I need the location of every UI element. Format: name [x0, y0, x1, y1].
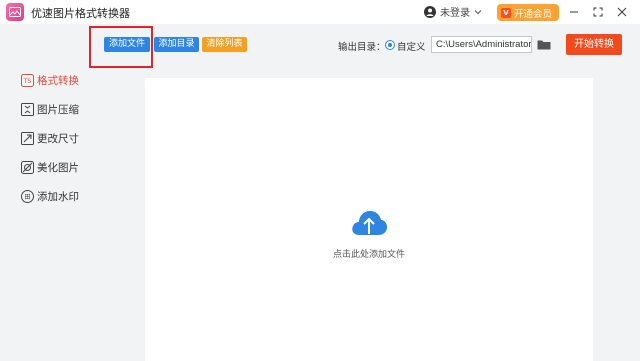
vip-icon: V	[501, 7, 511, 18]
clear-list-button[interactable]: 清除列表	[202, 37, 247, 52]
sidebar-item-label: 更改尺寸	[37, 132, 79, 145]
sidebar-item-label: 添加水印	[37, 190, 79, 203]
vip-label: 开通会员	[514, 8, 553, 20]
login-status: 未登录	[440, 8, 470, 19]
sidebar-item-compress[interactable]: 图片压缩	[20, 101, 79, 117]
user-menu[interactable]: 未登录	[424, 4, 482, 19]
svg-text:TS: TS	[22, 78, 31, 85]
custom-output-label: 自定义	[397, 42, 426, 53]
start-convert-button[interactable]: 开始转换	[566, 34, 622, 55]
app-logo-icon	[6, 3, 24, 21]
highlight-annotation	[89, 26, 153, 68]
format-convert-icon: TS	[20, 73, 34, 87]
chevron-down-icon	[474, 9, 482, 14]
minimize-button[interactable]	[566, 4, 582, 20]
add-directory-button[interactable]: 添加目录	[154, 37, 199, 52]
maximize-button[interactable]	[590, 4, 606, 20]
title-bar: 优速图片格式转换器 未登录 V 开通会员	[0, 0, 640, 24]
sidebar: TS 格式转换 图片压缩 更改尺寸 美化图片 田 添加水印	[0, 24, 97, 361]
sidebar-item-label: 图片压缩	[37, 103, 79, 116]
compress-icon	[20, 102, 34, 116]
drop-hint-text: 点击此处添加文件	[332, 250, 405, 260]
sidebar-item-watermark[interactable]: 田 添加水印	[20, 188, 79, 204]
vip-button[interactable]: V 开通会员	[497, 4, 559, 21]
maximize-icon	[593, 7, 603, 17]
file-drop-area[interactable]: 点击此处添加文件	[145, 78, 593, 361]
close-button[interactable]	[614, 4, 630, 20]
cloud-upload-icon	[352, 211, 387, 235]
output-path-field[interactable]	[431, 36, 532, 53]
browse-folder-button[interactable]	[536, 37, 551, 51]
minimize-icon	[570, 11, 578, 13]
user-avatar-icon	[424, 5, 436, 18]
resize-icon	[20, 131, 34, 145]
app-title: 优速图片格式转换器	[31, 7, 130, 20]
beautify-icon	[20, 160, 34, 174]
sidebar-item-label: 格式转换	[37, 74, 79, 87]
watermark-icon: 田	[20, 189, 34, 203]
sidebar-item-label: 美化图片	[37, 161, 79, 174]
custom-output-radio[interactable]	[385, 40, 395, 50]
sidebar-item-format-convert[interactable]: TS 格式转换	[20, 72, 79, 88]
output-directory-label: 输出目录：	[338, 42, 386, 53]
svg-text:田: 田	[24, 194, 30, 201]
sidebar-item-resize[interactable]: 更改尺寸	[20, 130, 79, 146]
folder-icon	[537, 40, 550, 49]
sidebar-item-beautify[interactable]: 美化图片	[20, 159, 79, 175]
close-icon	[617, 7, 627, 17]
